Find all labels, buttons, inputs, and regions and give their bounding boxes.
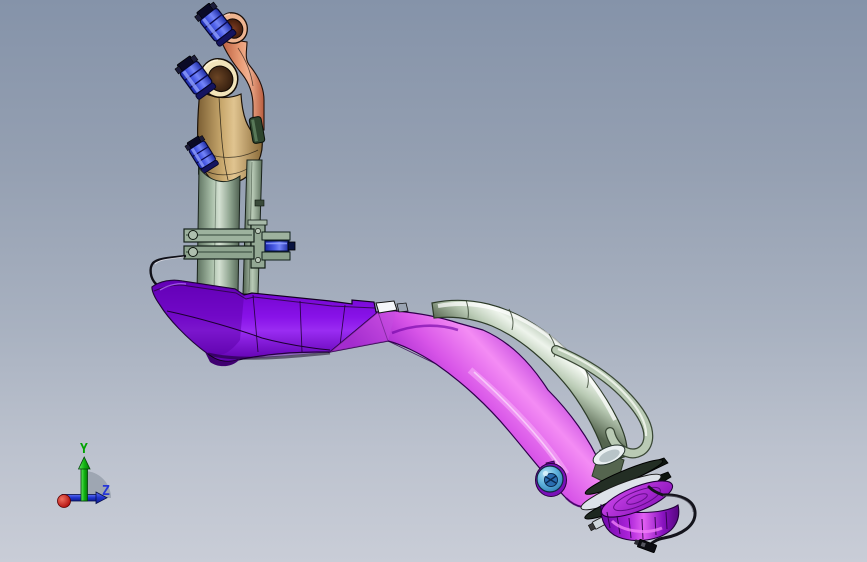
model-scene: Y Z xyxy=(57,0,697,553)
y-axis-label: Y xyxy=(80,442,88,457)
x-axis-ball[interactable] xyxy=(57,494,71,508)
axis-triad[interactable]: Y Z xyxy=(57,442,112,508)
shield-tab[interactable] xyxy=(375,300,409,314)
z-axis-label: Z xyxy=(102,484,110,499)
bracket-stud[interactable] xyxy=(264,240,296,252)
cad-viewport[interactable]: Y Z xyxy=(0,0,867,562)
heat-shield-upper[interactable] xyxy=(151,279,380,367)
